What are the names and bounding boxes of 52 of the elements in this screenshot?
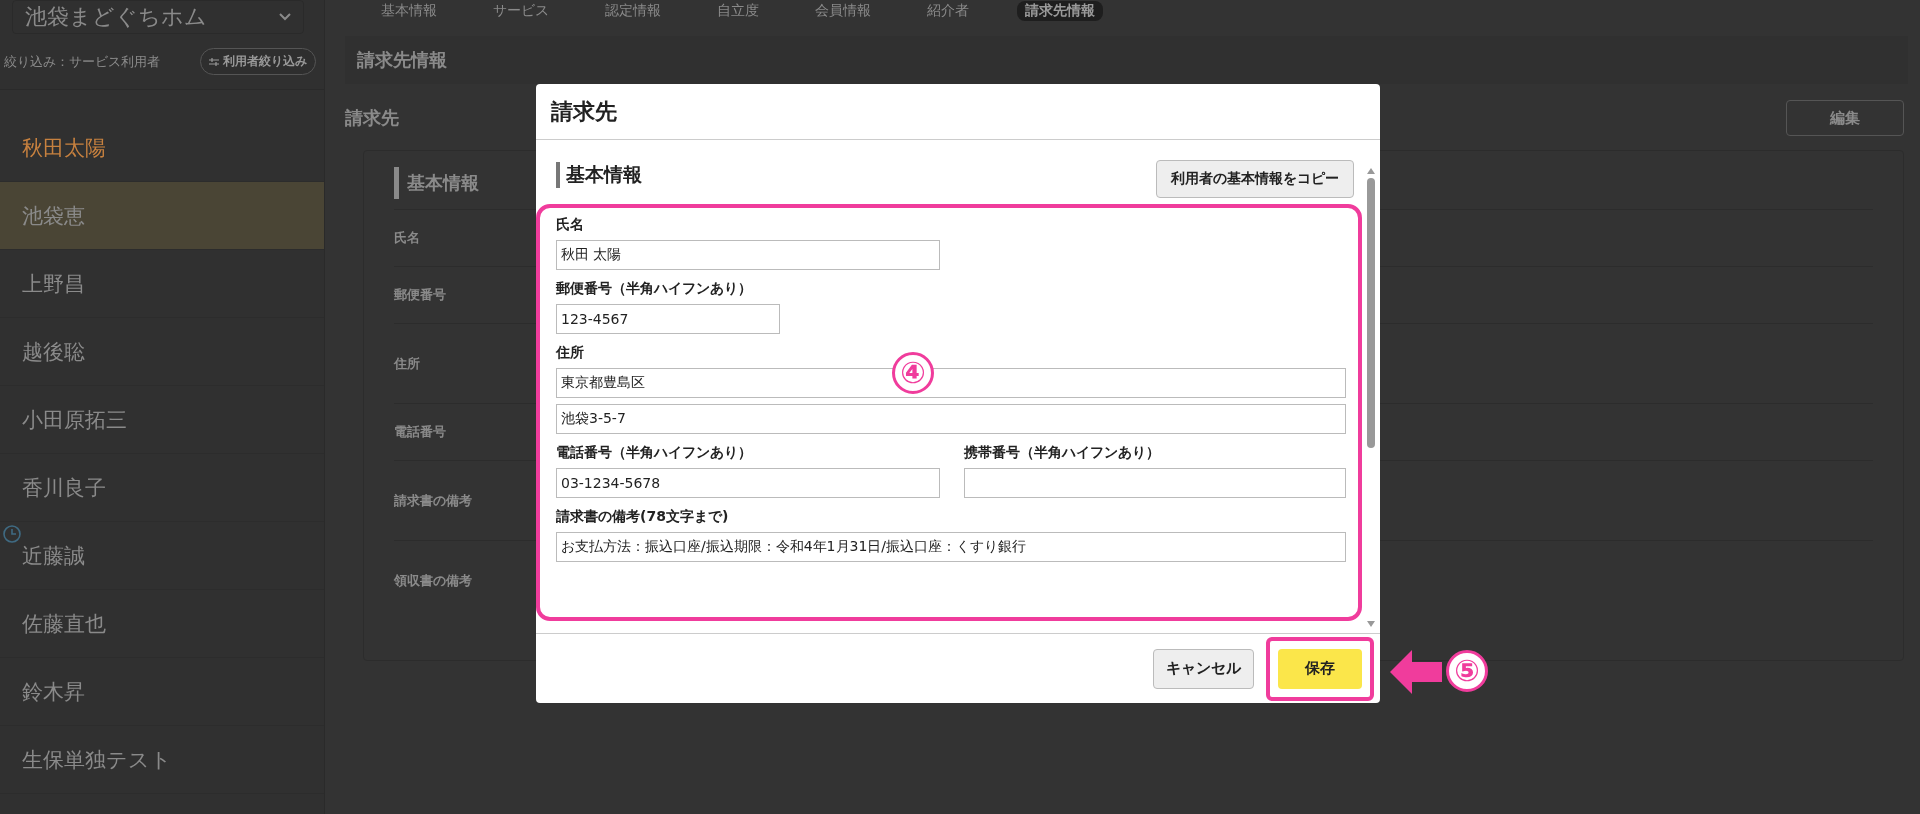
user-list-item[interactable]: 越後聡 <box>0 318 324 386</box>
name-input[interactable]: 秋田 太陽 <box>556 240 940 270</box>
step-marker: ④ <box>892 352 934 394</box>
section-title: 基本情報 <box>556 162 642 188</box>
field-label: 住所 <box>556 344 585 362</box>
heading: 請求先 <box>345 106 399 130</box>
user-list-item[interactable]: 生保単独テスト <box>0 726 324 794</box>
row-label: 領収書の備考 <box>394 571 472 590</box>
field-label: 請求書の備考(78文字まで) <box>556 508 730 526</box>
field-label: 氏名 <box>556 216 585 234</box>
filter-icon <box>209 56 219 67</box>
user-list-item[interactable]: 佐藤直也 <box>0 590 324 658</box>
tab[interactable]: 請求先情報 <box>1017 1 1103 21</box>
arrow-icon <box>1390 650 1442 694</box>
user-list-item[interactable]: 鈴木昇 <box>0 658 324 726</box>
field-label: 郵便番号（半角ハイフンあり） <box>556 280 753 298</box>
row-label: 住所 <box>394 354 420 373</box>
field-label: 携帯番号（半角ハイフンあり） <box>964 444 1161 462</box>
row-label: 請求書の備考 <box>394 491 472 510</box>
scroll-down-icon <box>1367 621 1375 627</box>
chevron-down-icon <box>279 13 291 21</box>
field-label: 電話番号（半角ハイフンあり） <box>556 444 753 462</box>
edit-button[interactable]: 編集 <box>1786 100 1904 136</box>
user-list-item[interactable]: 香川良子 <box>0 454 324 522</box>
save-button[interactable]: 保存 <box>1278 648 1362 689</box>
row-label: 氏名 <box>394 229 420 247</box>
scroll-up-icon <box>1367 168 1375 174</box>
tab[interactable]: 自立度 <box>709 1 767 21</box>
filter-label: 絞り込み：サービス利用者 <box>4 52 160 71</box>
tab[interactable]: 基本情報 <box>373 1 445 21</box>
note-input[interactable]: お支払方法：振込口座/振込期限：令和4年1月31日/振込口座：くすり銀行 <box>556 532 1346 562</box>
phone-input[interactable] <box>964 468 1346 498</box>
copy-button[interactable]: 利用者の基本情報をコピー <box>1156 160 1354 198</box>
user-list-item[interactable]: 近藤誠 <box>0 522 324 590</box>
postal-input[interactable]: 123-4567 <box>556 304 780 334</box>
step-marker: ⑤ <box>1446 650 1488 692</box>
row-label: 郵便番号 <box>394 286 446 304</box>
user-filter-button[interactable]: 利用者絞り込み <box>200 48 316 75</box>
phone-input[interactable]: 03-1234-5678 <box>556 468 940 498</box>
cancel-button[interactable]: キャンセル <box>1153 648 1254 689</box>
address-input[interactable]: 池袋3-5-7 <box>556 404 1346 434</box>
user-list-item[interactable]: 小田原拓三 <box>0 386 324 454</box>
row-label: 電話番号 <box>394 423 446 441</box>
scrollbar-thumb[interactable] <box>1367 178 1375 448</box>
user-list-item[interactable]: 池袋恵 <box>0 182 324 250</box>
facility-select[interactable]: 池袋まどぐちホム <box>12 0 304 34</box>
tab[interactable]: 紹介者 <box>919 1 977 21</box>
tab[interactable]: 会員情報 <box>807 1 879 21</box>
tab[interactable]: 認定情報 <box>597 1 669 21</box>
user-list-item[interactable]: 上野昌 <box>0 250 324 318</box>
tab[interactable]: サービス <box>485 1 557 21</box>
dialog-title: 請求先 <box>536 84 1380 140</box>
